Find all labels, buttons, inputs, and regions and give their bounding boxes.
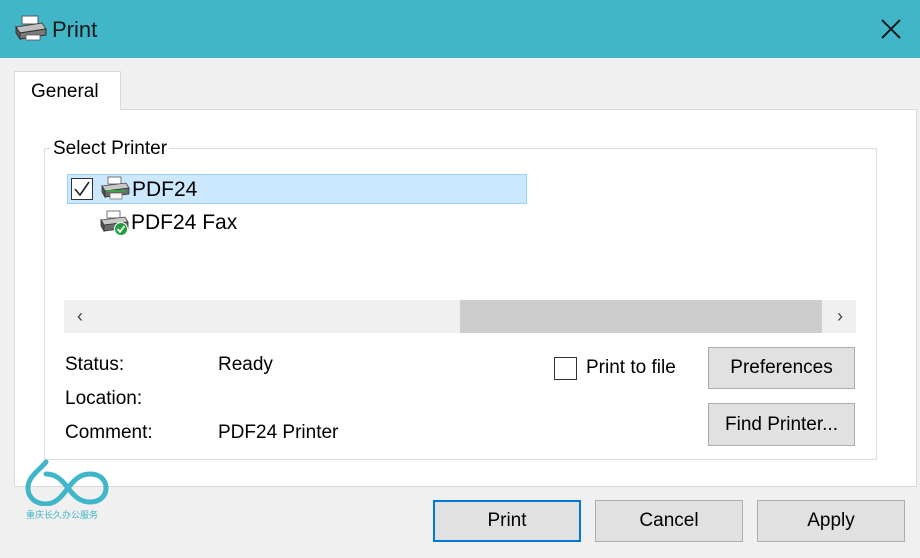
horizontal-scrollbar[interactable]: ‹ › xyxy=(64,300,856,333)
print-button[interactable]: Print xyxy=(433,500,581,542)
preferences-button-label: Preferences xyxy=(730,357,833,378)
tab-general-label: General xyxy=(31,81,99,102)
printer-list-item-pdf24[interactable]: PDF24 xyxy=(67,174,527,204)
title-bar: Print xyxy=(0,0,920,58)
print-to-file-checkbox[interactable] xyxy=(554,357,577,380)
apply-button-label: Apply xyxy=(807,510,855,531)
printer-icon xyxy=(101,176,130,200)
selected-checkbox[interactable] xyxy=(71,178,93,200)
status-value: Ready xyxy=(218,354,273,375)
status-label: Status: xyxy=(65,354,125,375)
printer-name: PDF24 Fax xyxy=(131,211,238,234)
scrollbar-thumb[interactable] xyxy=(460,300,822,333)
printer-icon xyxy=(15,15,47,41)
close-icon[interactable] xyxy=(876,14,906,44)
print-to-file-label[interactable]: Print to file xyxy=(586,357,676,379)
general-panel: Select Printer PDF24 PDF24 Fax ‹ › Statu… xyxy=(14,109,917,487)
cancel-button-label: Cancel xyxy=(639,510,699,531)
default-printer-icon xyxy=(100,210,129,236)
tab-general[interactable]: General xyxy=(14,71,121,110)
comment-label: Comment: xyxy=(65,422,153,443)
apply-button[interactable]: Apply xyxy=(757,500,905,542)
find-printer-button[interactable]: Find Printer... xyxy=(708,403,855,446)
scroll-left-icon[interactable]: ‹ xyxy=(70,306,90,327)
printer-name: PDF24 xyxy=(132,178,198,201)
printer-list-item-pdf24-fax[interactable]: PDF24 Fax xyxy=(67,208,367,238)
window-title: Print xyxy=(52,17,98,42)
check-icon xyxy=(74,181,90,197)
select-printer-legend: Select Printer xyxy=(51,138,170,160)
watermark-logo xyxy=(25,459,109,506)
cancel-button[interactable]: Cancel xyxy=(595,500,743,542)
preferences-button[interactable]: Preferences xyxy=(708,347,855,389)
print-button-label: Print xyxy=(487,510,527,531)
watermark-text: 重庆长久办公服务 xyxy=(26,510,99,520)
location-label: Location: xyxy=(65,388,143,409)
comment-value: PDF24 Printer xyxy=(218,422,339,443)
find-printer-button-label: Find Printer... xyxy=(725,414,838,435)
scroll-right-icon[interactable]: › xyxy=(830,306,850,327)
